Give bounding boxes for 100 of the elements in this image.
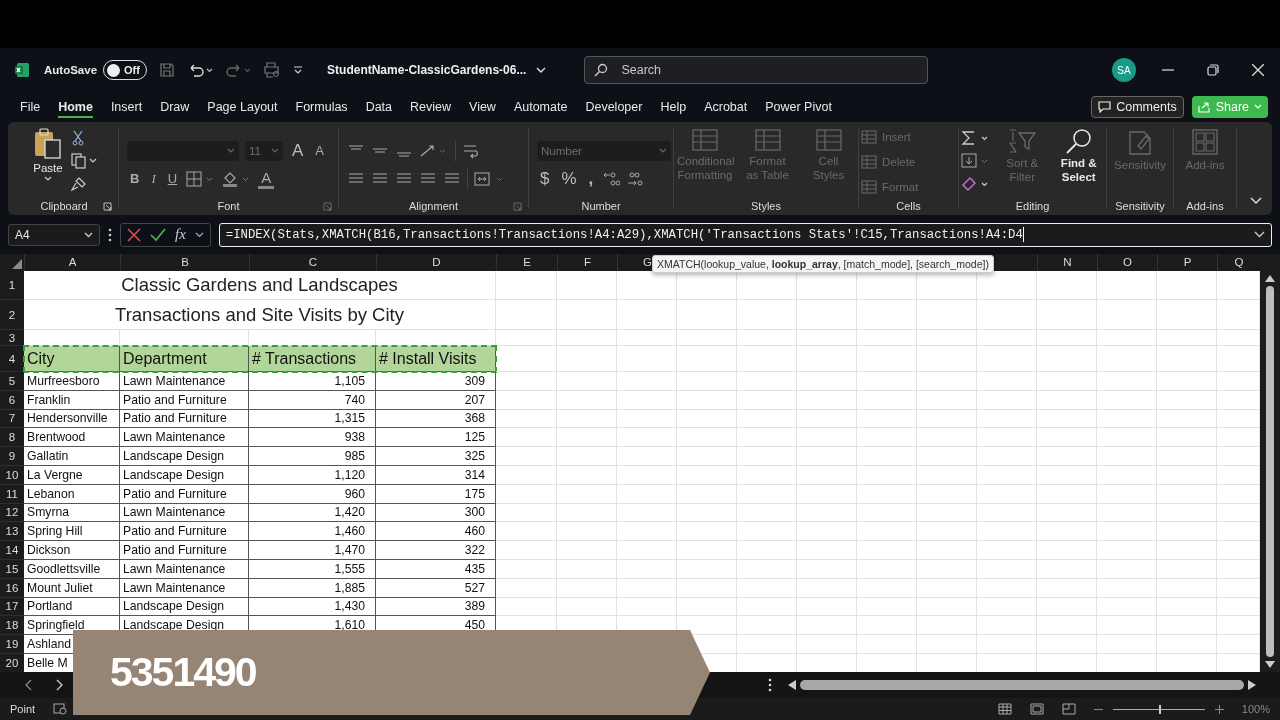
empty-cell[interactable]: [857, 447, 917, 466]
row-header[interactable]: 14: [0, 541, 24, 560]
font-color-button[interactable]: A: [258, 168, 275, 189]
wrap-text-icon[interactable]: [462, 142, 480, 159]
save-icon[interactable]: [159, 62, 176, 78]
percent-button[interactable]: %: [558, 168, 580, 189]
format-painter-icon[interactable]: [71, 176, 87, 192]
empty-cell[interactable]: [1097, 597, 1157, 617]
next-sheet-icon[interactable]: [56, 679, 64, 691]
search-icon[interactable]: [594, 63, 609, 77]
empty-cell[interactable]: [1097, 346, 1157, 372]
empty-cell[interactable]: [617, 522, 677, 542]
empty-cell[interactable]: [797, 541, 857, 560]
empty-cell[interactable]: [857, 409, 917, 429]
empty-cell[interactable]: [797, 522, 857, 542]
empty-cell[interactable]: [857, 330, 917, 346]
print-preview-icon[interactable]: [263, 62, 282, 78]
empty-cell[interactable]: [797, 635, 857, 654]
menu-tab[interactable]: Page Layout: [199, 96, 286, 118]
empty-cell[interactable]: [857, 346, 917, 372]
empty-cell[interactable]: [977, 409, 1037, 429]
empty-cell[interactable]: [737, 597, 797, 617]
empty-cell[interactable]: [977, 559, 1037, 579]
menu-tab[interactable]: Insert: [102, 96, 151, 118]
empty-cell[interactable]: [677, 428, 737, 448]
page-break-icon[interactable]: [1061, 703, 1076, 715]
paste-button[interactable]: Paste: [31, 128, 65, 182]
empty-cell[interactable]: [1157, 503, 1217, 523]
empty-cell[interactable]: [737, 330, 797, 346]
zoom-slider[interactable]: [1158, 704, 1161, 714]
caret-icon[interactable]: [194, 231, 204, 238]
empty-cell[interactable]: [797, 466, 857, 485]
find-select-button[interactable]: Find & Select: [1053, 128, 1104, 185]
empty-cell[interactable]: [1097, 390, 1157, 410]
empty-cell[interactable]: [857, 300, 917, 330]
empty-cell[interactable]: [1097, 428, 1157, 448]
empty-cell[interactable]: [677, 447, 737, 466]
empty-cell[interactable]: [1097, 300, 1157, 330]
empty-cell[interactable]: [797, 484, 857, 504]
currency-button[interactable]: $: [537, 168, 553, 189]
empty-cell[interactable]: [1037, 616, 1097, 636]
empty-cell[interactable]: [557, 466, 617, 485]
empty-cell[interactable]: [1037, 466, 1097, 485]
empty-cell[interactable]: [917, 346, 977, 372]
empty-cell[interactable]: [557, 390, 617, 410]
empty-cell[interactable]: [1097, 271, 1157, 300]
empty-cell[interactable]: [797, 330, 857, 346]
empty-cell[interactable]: [617, 447, 677, 466]
empty-cell[interactable]: [1097, 466, 1157, 485]
menu-tab[interactable]: Acrobat: [696, 96, 756, 118]
empty-cell[interactable]: [1097, 372, 1157, 391]
empty-cell[interactable]: [677, 578, 737, 598]
row-header[interactable]: 4: [0, 346, 24, 372]
empty-cell[interactable]: [677, 541, 737, 560]
empty-cell[interactable]: [496, 409, 557, 429]
empty-cell[interactable]: [617, 409, 677, 429]
normal-view-icon[interactable]: [997, 703, 1012, 715]
empty-cell[interactable]: [917, 503, 977, 523]
empty-cell[interactable]: [917, 578, 977, 598]
empty-cell[interactable]: [496, 271, 557, 300]
zoom-level[interactable]: 100%: [1241, 703, 1270, 715]
row-header[interactable]: 5: [0, 372, 24, 391]
menu-tab[interactable]: Data: [357, 96, 401, 118]
row-header[interactable]: 1: [0, 271, 24, 300]
empty-cell[interactable]: [557, 578, 617, 598]
empty-cell[interactable]: [496, 330, 557, 346]
empty-cell[interactable]: [1157, 541, 1217, 560]
shrink-font-button[interactable]: A: [312, 143, 327, 158]
empty-cell[interactable]: [617, 484, 677, 504]
empty-cell[interactable]: [1037, 503, 1097, 523]
empty-cell[interactable]: [557, 428, 617, 448]
empty-cell[interactable]: [977, 522, 1037, 542]
empty-cell[interactable]: [1157, 409, 1217, 429]
formula-input[interactable]: =INDEX(Stats,XMATCH(B16,Transactions!Transactions!A4:A29),XMATCH('Transactions Stats'!C15,Transactions!A4:D4: [218, 222, 1272, 247]
empty-cell[interactable]: [1097, 559, 1157, 579]
empty-cell[interactable]: [1037, 578, 1097, 598]
empty-cell[interactable]: [917, 409, 977, 429]
empty-cell[interactable]: [977, 447, 1037, 466]
empty-cell[interactable]: [917, 447, 977, 466]
empty-cell[interactable]: [557, 503, 617, 523]
empty-cell[interactable]: [737, 466, 797, 485]
empty-cell[interactable]: [1097, 503, 1157, 523]
empty-cell[interactable]: [737, 559, 797, 579]
empty-cell[interactable]: [857, 522, 917, 542]
empty-cell[interactable]: [797, 300, 857, 330]
empty-cell[interactable]: [857, 428, 917, 448]
empty-cell[interactable]: [677, 522, 737, 542]
empty-cell[interactable]: [1157, 466, 1217, 485]
empty-cell[interactable]: [617, 300, 677, 330]
vertical-scrollbar[interactable]: [1260, 271, 1280, 672]
empty-cell[interactable]: [737, 522, 797, 542]
scrollbar-thumb[interactable]: [800, 680, 1244, 690]
scroll-left-icon[interactable]: [788, 680, 796, 690]
empty-cell[interactable]: [1037, 428, 1097, 448]
empty-cell[interactable]: [496, 466, 557, 485]
insert-function-button[interactable]: fx: [175, 226, 186, 243]
empty-cell[interactable]: [617, 428, 677, 448]
empty-cell[interactable]: [1097, 409, 1157, 429]
empty-cell[interactable]: [737, 616, 797, 636]
empty-cell[interactable]: [737, 447, 797, 466]
